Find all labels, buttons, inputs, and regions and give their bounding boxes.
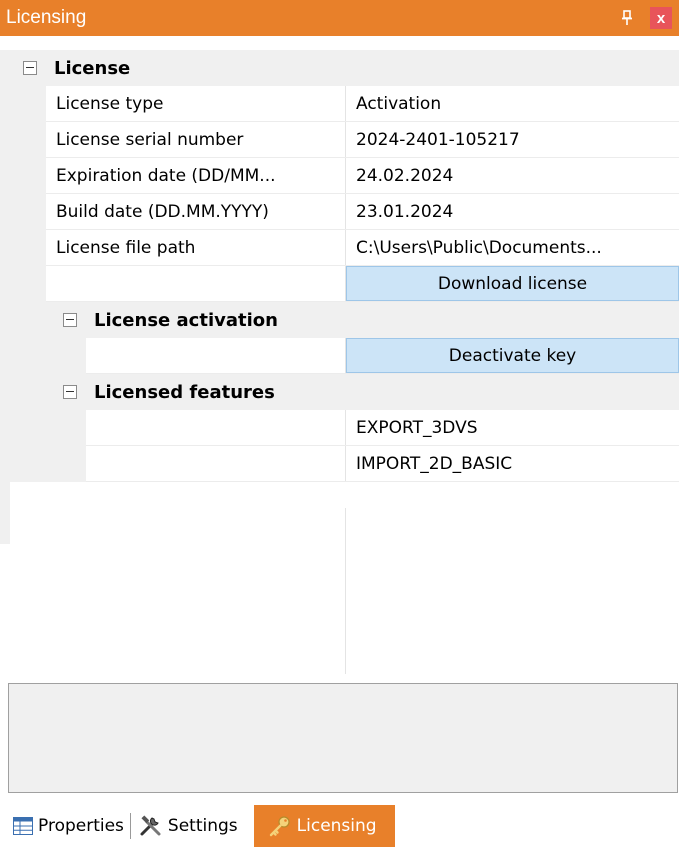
property-value[interactable]: 2024-2401-105217 (346, 122, 679, 157)
close-button[interactable]: x (650, 7, 672, 29)
category-license-activation[interactable]: License activation (10, 302, 679, 338)
property-row-license-type[interactable]: License type Activation (10, 86, 679, 122)
collapse-toggle-icon[interactable] (63, 385, 77, 399)
feature-row[interactable]: EXPORT_3DVS (10, 410, 679, 446)
close-icon: x (656, 9, 666, 27)
property-row-download: Download license (10, 266, 679, 302)
feature-value[interactable]: EXPORT_3DVS (346, 410, 679, 445)
property-name: License serial number (56, 129, 244, 150)
property-name: License file path (56, 237, 196, 258)
tools-icon (139, 815, 163, 837)
download-license-button[interactable]: Download license (346, 266, 679, 301)
pin-icon[interactable] (616, 7, 638, 29)
property-row-expiration[interactable]: Expiration date (DD/MM... 24.02.2024 (10, 158, 679, 194)
property-name: Expiration date (DD/MM... (56, 165, 276, 186)
category-license[interactable]: License (10, 50, 679, 86)
property-name: Build date (DD.MM.YYYY) (56, 201, 269, 222)
category-label: License activation (94, 309, 278, 331)
tab-label: Properties (38, 816, 124, 836)
category-label: Licensed features (94, 381, 275, 403)
tab-properties[interactable]: Properties (0, 805, 130, 847)
collapse-toggle-icon[interactable] (23, 61, 37, 75)
category-label: License (54, 57, 131, 79)
description-panel (8, 683, 678, 793)
properties-grid-icon (13, 817, 33, 835)
tab-label: Settings (167, 816, 238, 836)
property-value[interactable]: C:\Users\Public\Documents... (346, 230, 679, 265)
property-row-deactivate: Deactivate key (10, 338, 679, 374)
property-value[interactable]: 23.01.2024 (346, 194, 679, 229)
grid-gutter (0, 50, 10, 544)
category-licensed-features[interactable]: Licensed features (10, 374, 679, 410)
property-row-serial[interactable]: License serial number 2024-2401-105217 (10, 122, 679, 158)
property-row-build-date[interactable]: Build date (DD.MM.YYYY) 23.01.2024 (10, 194, 679, 230)
bottom-tab-strip: Properties Settings Licensing (0, 805, 679, 847)
key-icon (268, 815, 292, 837)
deactivate-key-button[interactable]: Deactivate key (346, 338, 679, 373)
title-bar: Licensing x (0, 0, 679, 36)
panel-title: Licensing (6, 7, 87, 28)
collapse-toggle-icon[interactable] (63, 313, 77, 327)
tab-licensing[interactable]: Licensing (253, 805, 395, 847)
feature-row[interactable]: IMPORT_2D_BASIC (10, 446, 679, 482)
property-value[interactable]: 24.02.2024 (346, 158, 679, 193)
tab-settings[interactable]: Settings (131, 805, 248, 847)
column-splitter[interactable] (345, 508, 346, 674)
property-value[interactable]: Activation (346, 86, 679, 121)
property-row-file-path[interactable]: License file path C:\Users\Public\Docume… (10, 230, 679, 266)
feature-value[interactable]: IMPORT_2D_BASIC (346, 446, 679, 481)
property-grid: License License type Activation License … (0, 36, 679, 674)
property-name: License type (56, 93, 164, 114)
tab-label: Licensing (296, 816, 377, 836)
